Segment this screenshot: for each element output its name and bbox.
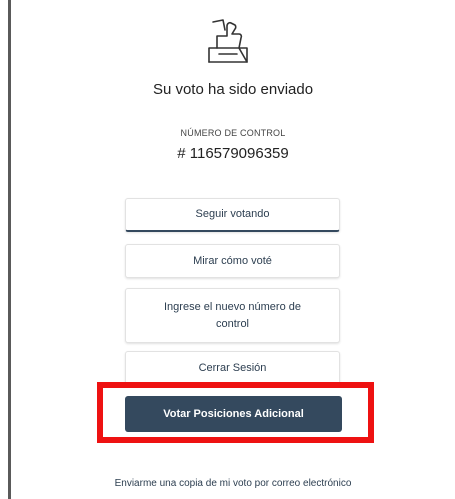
view-my-vote-button[interactable]: Mirar cómo voté: [125, 244, 340, 278]
ballot-box-icon: [205, 16, 251, 66]
vote-submitted-title: Su voto ha sido enviado: [152, 81, 314, 98]
email-copy-link[interactable]: Enviarme una copia de mi voto por correo…: [0, 478, 455, 489]
control-number-value: # 116579096359: [177, 145, 289, 162]
left-edge-divider: [8, 0, 11, 499]
logout-button[interactable]: Cerrar Sesión: [125, 351, 340, 385]
vote-additional-positions-button[interactable]: Votar Posiciones Adicional: [125, 396, 342, 432]
enter-new-control-number-button[interactable]: Ingrese el nuevo número de control: [125, 288, 340, 343]
continue-voting-button[interactable]: Seguir votando: [125, 198, 340, 232]
control-number-label: NÚMERO DE CONTROL: [180, 128, 286, 138]
